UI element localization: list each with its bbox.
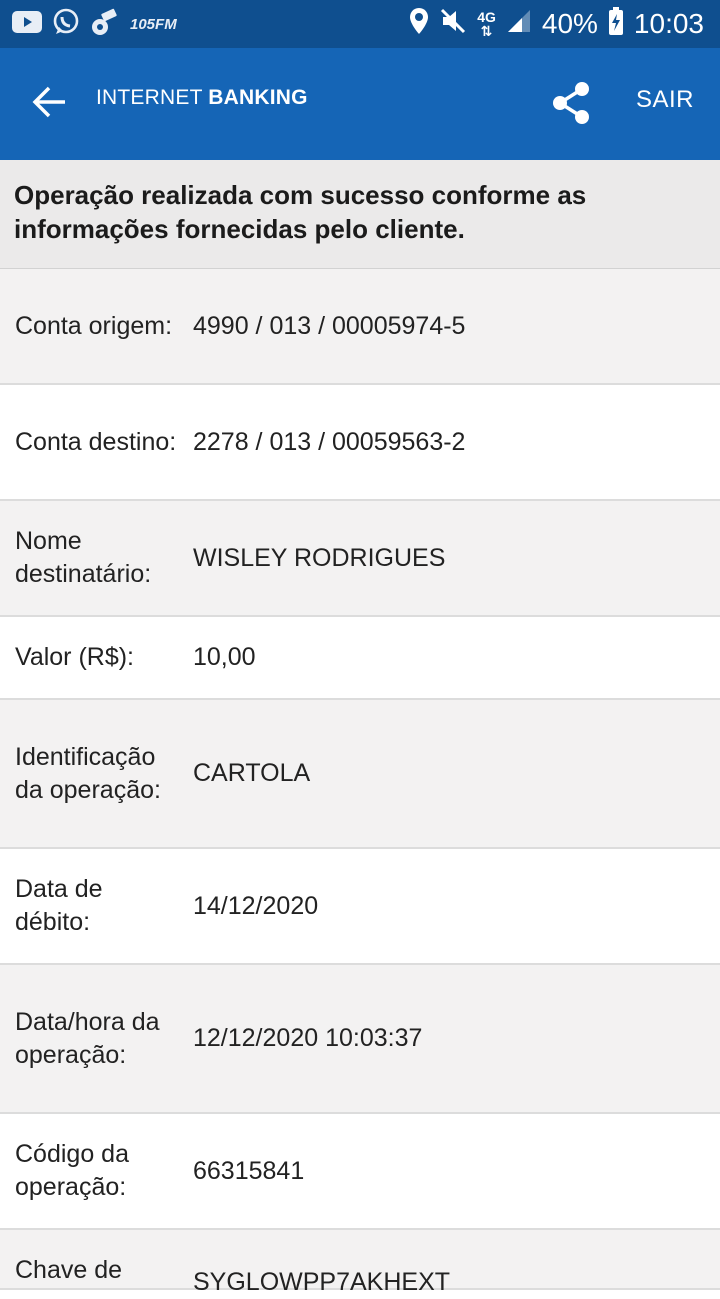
detail-label: Data/hora da operação: — [15, 1007, 160, 1069]
detail-value: 2278 / 013 / 00059563-2 — [193, 427, 466, 456]
detail-value: 66315841 — [193, 1156, 305, 1185]
radio-icon: 105FM — [130, 15, 177, 33]
detail-label: Conta origem: — [15, 311, 173, 340]
back-button[interactable] — [22, 76, 78, 132]
detail-label: Valor (R$): — [15, 643, 135, 671]
detail-row-data-hora: Data/hora da operação: 12/12/2020 10:03:… — [0, 965, 720, 1114]
detail-value: 14/12/2020 — [193, 891, 319, 920]
location-icon — [409, 7, 429, 42]
whatsapp-icon — [52, 8, 80, 41]
battery-percent: 40% — [541, 8, 598, 39]
exit-button[interactable]: SAIR — [636, 86, 694, 114]
detail-label: Nome destinatário: — [15, 527, 152, 588]
share-button[interactable] — [544, 78, 598, 132]
detail-row-codigo: Código da operação: 66315841 — [0, 1114, 720, 1230]
detail-label: Identificação da operação: — [15, 742, 161, 804]
detail-row-valor: Valor (R$): 10,00 — [0, 617, 720, 700]
clock: 10:03 — [633, 8, 704, 39]
detail-row-data-debito: Data de débito: 14/12/2020 — [0, 849, 720, 965]
notification-icons: 105FM — [12, 0, 177, 48]
title-bold: BANKING — [208, 86, 308, 109]
sports-app-icon — [90, 7, 120, 42]
detail-row-conta-origem: Conta origem: 4990 / 013 / 00005974-5 — [0, 269, 720, 385]
app-bar: INTERNET BANKING SAIR — [0, 48, 720, 160]
page-title: INTERNET BANKING — [96, 86, 308, 110]
share-icon — [551, 81, 591, 130]
detail-row-nome-destinatario: Nome destinatário: WISLEY RODRIGUES — [0, 501, 720, 617]
detail-row-identificacao: Identificação da operação: CARTOLA — [0, 700, 720, 849]
detail-label: Chave de — [15, 1256, 123, 1284]
mute-icon — [439, 7, 467, 42]
signal-icon — [506, 8, 532, 41]
network-type: 4G ⇅ — [477, 9, 496, 39]
transaction-details: Conta origem: 4990 / 013 / 00005974-5 Co… — [0, 269, 720, 1296]
detail-value: SYGLOWPP7AKHEXT — [193, 1268, 451, 1296]
system-status: 4G ⇅ 40% 10:03 — [409, 0, 704, 48]
detail-value: 10,00 — [193, 643, 256, 671]
title-regular: INTERNET — [96, 86, 203, 109]
detail-value: 12/12/2020 10:03:37 — [193, 1024, 423, 1052]
detail-label: Data de débito: — [15, 875, 103, 936]
battery-charging-icon — [608, 6, 624, 42]
detail-value: WISLEY RODRIGUES — [193, 543, 446, 572]
detail-value: 4990 / 013 / 00005974-5 — [193, 311, 466, 340]
detail-value: CARTOLA — [193, 759, 311, 787]
status-bar: 105FM 4G ⇅ 40% 10:03 — [0, 0, 720, 48]
detail-row-chave: Chave de SYGLOWPP7AKHEXT — [0, 1230, 720, 1296]
detail-label: Conta destino: — [15, 427, 177, 456]
back-arrow-icon — [32, 86, 68, 123]
detail-label: Código da operação: — [15, 1140, 129, 1201]
detail-row-conta-destino: Conta destino: 2278 / 013 / 00059563-2 — [0, 385, 720, 501]
youtube-icon — [12, 10, 42, 38]
success-message: Operação realizada com sucesso conforme … — [0, 160, 720, 269]
